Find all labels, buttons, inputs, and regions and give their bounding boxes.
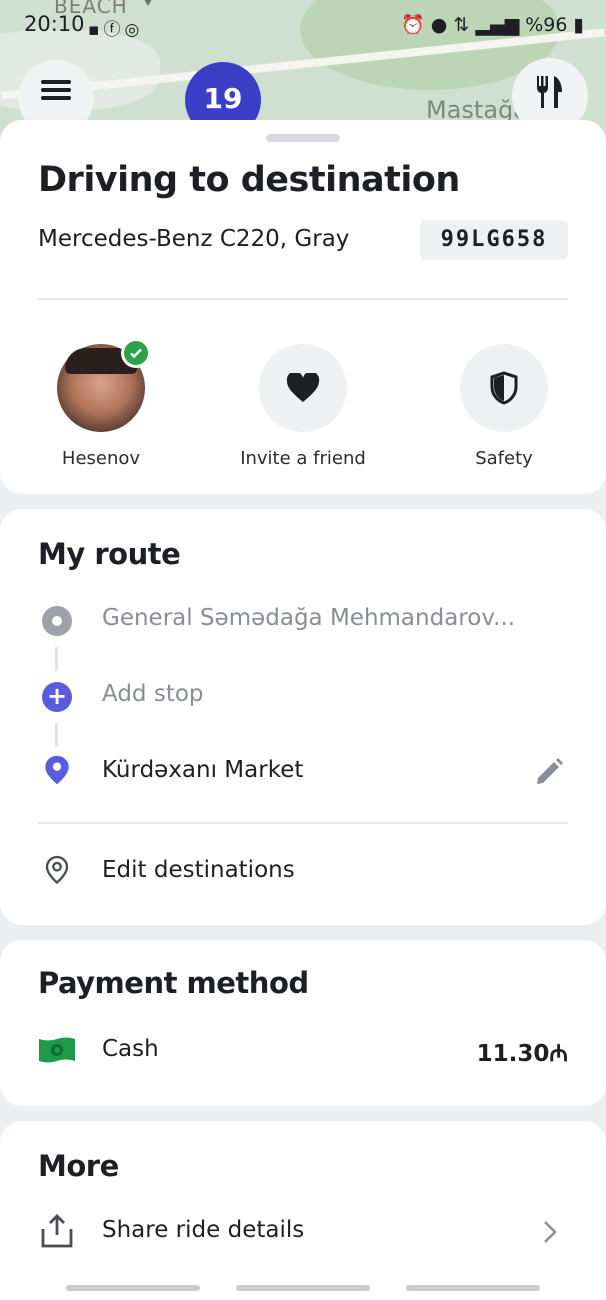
- car-description: Mercedes-Benz C220, Gray: [38, 226, 350, 252]
- payment-card: Payment method Cash 11.30₼: [0, 940, 606, 1106]
- heart-icon: [286, 373, 320, 402]
- divider: [38, 298, 568, 300]
- nav-bar-segment[interactable]: [66, 1285, 200, 1291]
- pencil-icon[interactable]: [534, 757, 564, 787]
- data-icon: ⇅: [453, 14, 470, 36]
- signal-icon: ▂▄▆: [475, 14, 520, 36]
- add-stop-row[interactable]: + Add stop: [0, 671, 606, 721]
- pickup-row[interactable]: General Səmədağa Mehmandarov...: [0, 595, 606, 645]
- plus-icon: +: [42, 682, 72, 712]
- route-connector: [55, 647, 58, 671]
- shield-icon: [490, 371, 518, 405]
- payment-method: Cash: [102, 1036, 159, 1062]
- payment-title: Payment method: [38, 966, 309, 1000]
- edit-destinations-row[interactable]: Edit destinations: [0, 847, 606, 897]
- status-bar: 20:10 ▪ⓕ◎ ⏰ ● ⇅ ▂▄▆ %96 ▮: [0, 0, 606, 52]
- edit-destinations-label: Edit destinations: [102, 857, 295, 883]
- nav-bar-segment[interactable]: [406, 1285, 540, 1291]
- fare-amount: 11.30₼: [476, 1041, 568, 1067]
- route-card: My route General Səmədağa Mehmandarov...…: [0, 509, 606, 925]
- drag-handle[interactable]: [266, 134, 340, 142]
- license-plate: 99LG658: [420, 220, 568, 260]
- share-icon: [41, 1214, 73, 1248]
- cash-icon: [39, 1037, 75, 1063]
- alarm-icon: ⏰: [401, 14, 425, 36]
- shield-icon-circle: [460, 344, 548, 432]
- facebook-icon: ⓕ: [103, 20, 125, 40]
- share-ride-row[interactable]: Share ride details: [0, 1207, 606, 1257]
- heart-icon-circle: [259, 344, 347, 432]
- notification-icons: ▪ⓕ◎: [88, 15, 143, 40]
- share-ride-label: Share ride details: [102, 1217, 305, 1243]
- route-connector: [55, 723, 58, 747]
- payment-row[interactable]: Cash 11.30₼: [0, 1026, 606, 1076]
- destination-name: Kürdəxanı Market: [102, 757, 304, 783]
- dropbox-icon: ▪: [88, 20, 104, 40]
- route-title: My route: [38, 537, 181, 571]
- avatar: [57, 338, 151, 432]
- instagram-icon: ◎: [124, 20, 144, 40]
- destination-row[interactable]: Kürdəxanı Market: [0, 747, 606, 797]
- battery-icon: ▮: [573, 14, 584, 36]
- safety-button[interactable]: Safety: [429, 344, 579, 469]
- safety-label: Safety: [475, 448, 533, 469]
- driver-profile-button[interactable]: Hesenov: [26, 338, 176, 469]
- trip-status-title: Driving to destination: [38, 160, 460, 200]
- invite-friend-button[interactable]: Invite a friend: [228, 344, 378, 469]
- invite-friend-label: Invite a friend: [240, 448, 366, 469]
- chevron-right-icon: [544, 1221, 557, 1243]
- destination-pin-icon: [45, 755, 69, 785]
- battery-level: %96: [525, 14, 568, 36]
- fork-knife-icon: [536, 76, 562, 108]
- add-stop-label: Add stop: [102, 681, 204, 707]
- trip-card: Driving to destination Mercedes-Benz C22…: [0, 120, 606, 494]
- divider: [38, 822, 568, 824]
- status-time: 20:10: [24, 12, 85, 36]
- driver-name: Hesenov: [61, 448, 141, 469]
- system-icons: ⏰ ● ⇅ ▂▄▆ %96 ▮: [401, 13, 584, 36]
- pickup-dot-icon: [42, 606, 72, 636]
- verified-check-icon: [121, 338, 151, 368]
- pickup-address: General Səmədağa Mehmandarov...: [102, 605, 516, 631]
- hamburger-icon: [41, 80, 71, 100]
- location-outline-icon: [45, 855, 69, 885]
- more-title: More: [38, 1149, 119, 1183]
- location-icon: ●: [430, 14, 448, 36]
- nav-bar-segment[interactable]: [236, 1285, 370, 1291]
- more-card: More Share ride details: [0, 1121, 606, 1300]
